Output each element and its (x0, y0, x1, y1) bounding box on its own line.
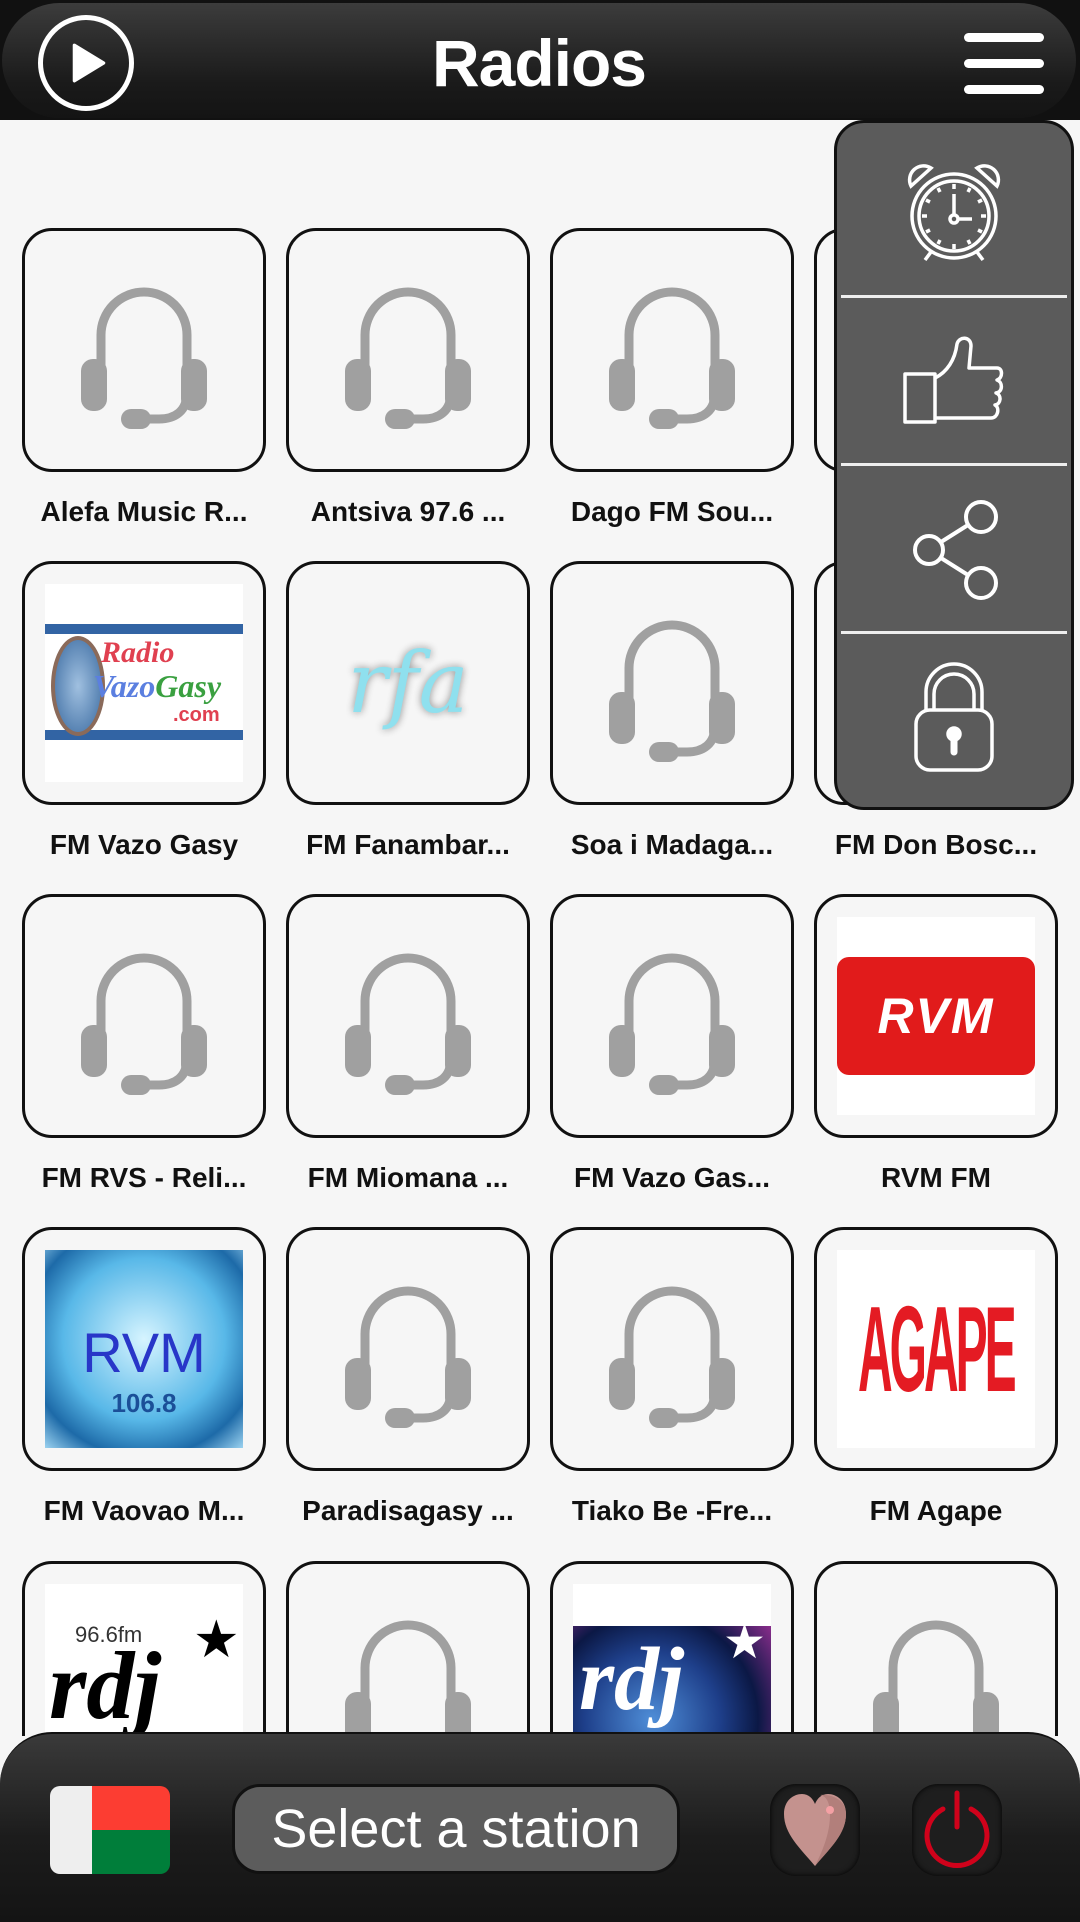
station-tile[interactable]: rfa FM Fanambar... (264, 559, 530, 889)
headset-icon (609, 287, 735, 429)
station-logo-agape: AGAPE (837, 1250, 1035, 1448)
station-logo-rvm-106-8: RVM 106.8 (45, 1250, 243, 1448)
station-name: FM Vazo Gasy (49, 829, 239, 860)
station-name: Tiako Be -Fre... (571, 1495, 773, 1526)
flag-white (50, 1786, 92, 1874)
station-logo-frame: AGAPE (814, 1227, 1058, 1471)
station-tile[interactable]: Paradisagasy ... (264, 1225, 530, 1555)
station-logo-frame: RVM 106.8 (22, 1227, 266, 1471)
station-logo-frame (22, 228, 266, 472)
overflow-menu (834, 120, 1074, 810)
station-logo-rfa: rfa (309, 584, 507, 782)
headset-icon (345, 1286, 471, 1428)
header: Radios (0, 0, 1080, 120)
menu-item-share[interactable] (837, 466, 1071, 634)
station-logo-frame (286, 894, 530, 1138)
headset-icon (345, 953, 471, 1095)
favorite-button[interactable] (770, 1784, 860, 1876)
station-logo-frame (22, 894, 266, 1138)
station-tile[interactable]: rdj ★ (528, 1559, 794, 1736)
headset-icon (609, 1286, 735, 1428)
station-name: FM Miomana ... (307, 1162, 509, 1193)
select-station-button[interactable]: Select a station (232, 1784, 680, 1874)
headset-icon (873, 1620, 999, 1736)
station-logo-vazo-gasy: Radio VazoGasy .com (45, 584, 243, 782)
station-logo-rvm: RVM (837, 917, 1035, 1115)
station-name: FM Vaovao M... (43, 1495, 245, 1526)
heart-icon (784, 1794, 846, 1866)
power-icon (924, 1790, 990, 1868)
power-button[interactable] (912, 1784, 1002, 1876)
station-logo-frame: rfa (286, 561, 530, 805)
station-tile[interactable]: FM RVS - Reli... (0, 892, 266, 1222)
station-logo-frame (286, 1227, 530, 1471)
player-bar: Select a station (0, 1732, 1080, 1922)
station-tile[interactable]: AGAPE FM Agape (792, 1225, 1058, 1555)
station-name: FM Vazo Gas... (573, 1162, 771, 1193)
station-logo-rdj-earth: rdj ★ (573, 1584, 771, 1736)
menu-item-privacy[interactable] (837, 634, 1071, 802)
station-logo-frame: RVM (814, 894, 1058, 1138)
station-name: RVM FM (881, 1162, 991, 1193)
station-tile[interactable]: RVM RVM FM (792, 892, 1058, 1222)
station-name: Antsiva 97.6 ... (310, 496, 506, 527)
station-logo-frame (814, 1561, 1058, 1736)
headset-icon (609, 953, 735, 1095)
station-tile[interactable]: 96.6fm rdj ★ (0, 1559, 266, 1736)
hamburger-menu-icon (964, 85, 1044, 94)
station-logo-frame (550, 1227, 794, 1471)
page-title: Radios (431, 26, 647, 100)
header-bar: Radios (2, 3, 1076, 118)
hamburger-menu-icon (964, 33, 1044, 42)
station-tile[interactable]: Dago FM Sou... (528, 226, 794, 556)
station-logo-frame: rdj ★ (550, 1561, 794, 1736)
station-name: Soa i Madaga... (570, 829, 774, 860)
menu-button[interactable] (962, 31, 1046, 95)
select-station-label: Select a station (271, 1799, 641, 1859)
headset-icon (81, 287, 207, 429)
headset-icon (609, 620, 735, 762)
station-name: FM Fanambar... (306, 829, 510, 860)
station-logo-frame (286, 1561, 530, 1736)
star-icon: ★ (193, 1611, 240, 1669)
station-tile[interactable]: Tiako Be -Fre... (528, 1225, 794, 1555)
menu-item-rate[interactable] (837, 298, 1071, 466)
station-name: Alefa Music R... (40, 496, 248, 527)
station-tile[interactable]: Radio VazoGasy .com FM Vazo Gasy (0, 559, 266, 889)
station-name: FM Agape (869, 1495, 1003, 1526)
share-icon (913, 500, 998, 600)
headset-icon (81, 953, 207, 1095)
station-tile[interactable]: Antsiva 97.6 ... (264, 226, 530, 556)
headset-icon (345, 287, 471, 429)
star-icon: ★ (723, 1616, 767, 1669)
station-logo-frame (550, 228, 794, 472)
station-tile[interactable]: FM Miomana ... (264, 892, 530, 1222)
station-tile[interactable]: Soa i Madaga... (528, 559, 794, 889)
station-name: FM RVS - Reli... (41, 1162, 247, 1193)
station-logo-frame: 96.6fm rdj ★ (22, 1561, 266, 1736)
flag-red (92, 1786, 170, 1830)
lock-icon (914, 662, 994, 772)
station-name: Dago FM Sou... (570, 496, 774, 527)
station-tile[interactable]: FM Vazo Gas... (528, 892, 794, 1222)
station-logo-rdj-96-6: 96.6fm rdj ★ (45, 1584, 243, 1736)
station-logo-frame (550, 561, 794, 805)
hamburger-menu-icon (964, 59, 1044, 68)
headset-icon (345, 1620, 471, 1736)
thumbs-up-icon (903, 336, 1004, 424)
alarm-clock-icon (907, 164, 1001, 262)
station-tile[interactable]: RVM 106.8 FM Vaovao M... (0, 1225, 266, 1555)
station-logo-frame (286, 228, 530, 472)
station-logo-frame (550, 894, 794, 1138)
station-tile[interactable]: Alefa Music R... (0, 226, 266, 556)
station-name: FM Don Bosc... (834, 829, 1038, 860)
flag-green (92, 1830, 170, 1874)
station-tile[interactable] (792, 1559, 1058, 1736)
station-name: Paradisagasy ... (302, 1495, 514, 1526)
station-logo-frame: Radio VazoGasy .com (22, 561, 266, 805)
menu-item-sleep-timer[interactable] (837, 127, 1071, 295)
madagascar-flag-button[interactable] (50, 1786, 170, 1874)
station-tile[interactable] (264, 1559, 530, 1736)
